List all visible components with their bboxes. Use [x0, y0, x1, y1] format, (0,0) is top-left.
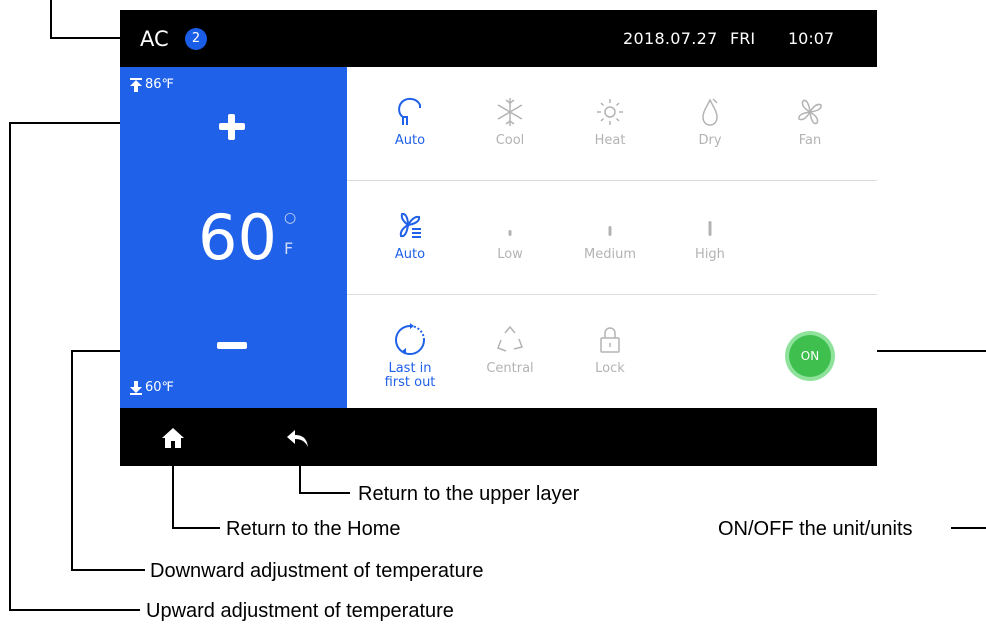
home-icon [162, 428, 184, 448]
mode-cool-button[interactable]: Cool [475, 93, 545, 148]
power-on-button[interactable]: ON [789, 335, 831, 377]
temperature-up-button[interactable] [212, 107, 252, 147]
fan-speed-auto-icon [399, 212, 421, 238]
callout-down: Downward adjustment of temperature [150, 560, 484, 582]
back-button[interactable] [285, 426, 311, 450]
mode-fan-label: Fan [798, 133, 822, 148]
callout-line-status [50, 0, 120, 39]
plus-icon [219, 114, 245, 140]
fan-icon [798, 99, 822, 125]
fan-speed-high-label: High [695, 247, 725, 262]
min-arrow-icon [130, 380, 142, 395]
max-temperature-label: 86℉ [145, 77, 174, 92]
back-arrow-icon [287, 430, 308, 447]
mode-dry-label: Dry [698, 133, 722, 148]
fan-speed-medium-button[interactable]: Medium [575, 207, 645, 262]
callout-upper-layer: Return to the upper layer [358, 483, 580, 505]
ac-control-screen: AC 2 2018.07.27 FRI 10:07 86℉ 60 ○ F 60℉… [120, 10, 877, 466]
temperature-unit: F [284, 239, 294, 258]
speed-medium-icon [608, 226, 612, 236]
callout-home: Return to the Home [226, 518, 401, 540]
auto-mode-icon [398, 97, 421, 125]
minus-icon [217, 342, 247, 349]
status-weekday: FRI [730, 29, 756, 48]
fan-speed-low-button[interactable]: Low [475, 207, 545, 262]
fan-speed-medium-label: Medium [584, 247, 636, 262]
row-divider-1 [347, 180, 877, 181]
bottom-nav-bar [120, 408, 877, 466]
min-temperature: 60℉ [130, 380, 174, 395]
temperature-down-button[interactable] [212, 325, 252, 365]
sun-icon [597, 99, 623, 125]
max-temperature: 86℉ [130, 77, 174, 92]
min-temperature-label: 60℉ [145, 380, 174, 395]
snowflake-icon [497, 98, 523, 126]
fan-speed-high-button[interactable]: High [675, 207, 745, 262]
callout-line-home [172, 462, 220, 529]
fan-speed-auto-label: Auto [394, 247, 426, 262]
max-arrow-icon [130, 77, 142, 92]
speed-high-icon [708, 221, 712, 236]
mode-heat-label: Heat [594, 133, 626, 148]
status-bar: AC 2 2018.07.27 FRI 10:07 [120, 10, 877, 67]
temperature-panel: 86℉ 60 ○ F 60℉ [120, 67, 347, 408]
central-label: Central [486, 361, 534, 376]
mode-dry-button[interactable]: Dry [675, 93, 745, 148]
unit-count-badge: 2 [185, 28, 207, 50]
callout-up: Upward adjustment of temperature [146, 600, 454, 622]
status-date: 2018.07.27 [623, 29, 718, 48]
central-button[interactable]: Central [475, 321, 545, 376]
mode-heat-button[interactable]: Heat [575, 93, 645, 148]
last-in-first-out-icon [395, 323, 425, 355]
mode-fan-button[interactable]: Fan [775, 93, 845, 148]
fan-speed-auto-button[interactable]: Auto [375, 207, 445, 262]
status-time: 10:07 [788, 29, 835, 48]
options-panel: Auto Cool Heat Dry Fan Auto Low Medium H… [347, 67, 877, 408]
current-temperature: 60 [198, 201, 277, 274]
lock-label: Lock [595, 361, 625, 376]
fan-speed-low-label: Low [497, 247, 523, 262]
status-title: AC [140, 27, 169, 51]
droplet-icon [702, 98, 718, 126]
callout-onoff: ON/OFF the unit/units [718, 518, 913, 540]
last-in-first-out-label: Last in first out [384, 361, 436, 390]
lock-button[interactable]: Lock [575, 321, 645, 376]
central-icon [497, 325, 523, 352]
speed-low-icon [508, 230, 512, 236]
mode-cool-label: Cool [495, 133, 525, 148]
mode-auto-button[interactable]: Auto [375, 93, 445, 148]
lock-icon [600, 327, 620, 353]
last-in-first-out-button[interactable]: Last in first out [375, 321, 445, 390]
degree-symbol: ○ [284, 210, 297, 226]
mode-auto-label: Auto [394, 133, 426, 148]
home-button[interactable] [160, 426, 186, 450]
row-divider-2 [347, 294, 877, 295]
